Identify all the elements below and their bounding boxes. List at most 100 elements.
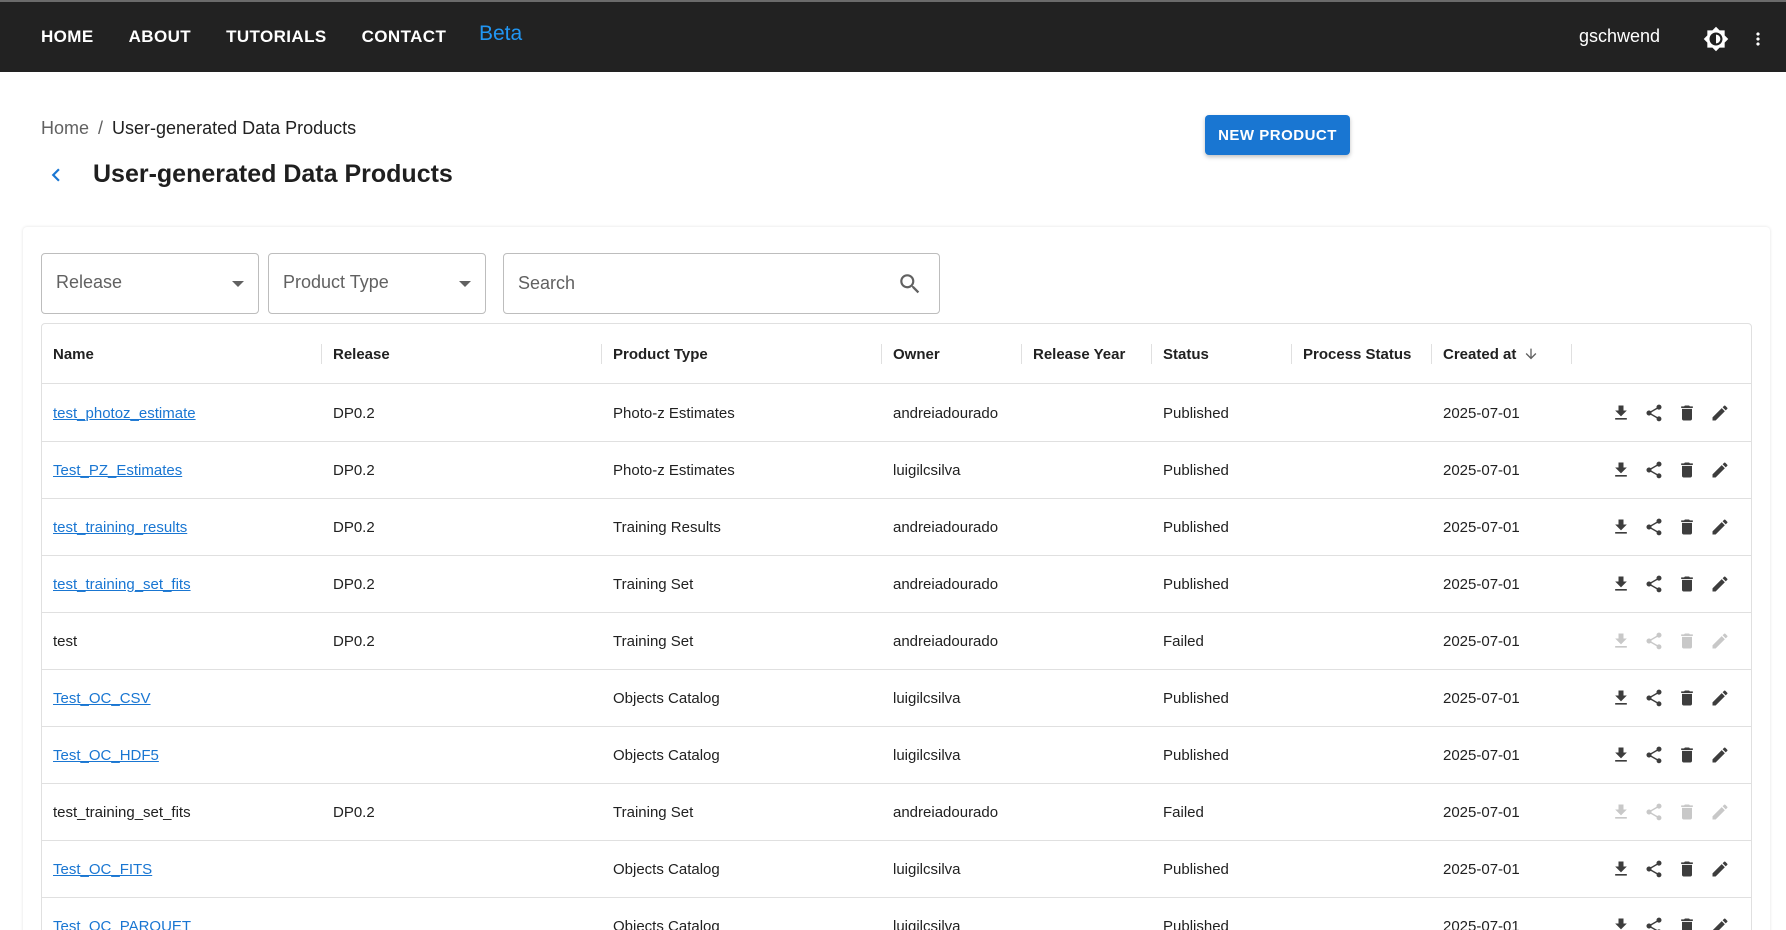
table-row[interactable]: Test_OC_HDF5 Objects Catalog luigilcsilva P… — [42, 727, 1751, 784]
download-icon[interactable] — [1610, 687, 1632, 709]
cell-product-type-text: Training Set — [613, 632, 694, 650]
nav-about-link[interactable]: ABOUT — [129, 27, 191, 47]
edit-icon[interactable] — [1709, 516, 1731, 538]
product-name-link[interactable]: Test_OC_HDF5 — [53, 747, 159, 764]
column-header-created-at[interactable]: Created at — [1432, 324, 1571, 384]
download-icon[interactable] — [1610, 459, 1632, 481]
delete-icon — [1676, 630, 1698, 652]
table-row[interactable]: Test_OC_FITS Objects Catalog luigilcsilva P… — [42, 841, 1751, 898]
cell-product-type-text: Training Set — [613, 803, 694, 821]
download-icon[interactable] — [1610, 573, 1632, 595]
cell-owner: luigilcsilva — [882, 442, 961, 498]
product-type-select[interactable]: Product Type — [268, 253, 486, 314]
share-icon[interactable] — [1643, 744, 1665, 766]
delete-icon[interactable] — [1676, 459, 1698, 481]
sort-descending-icon[interactable] — [1523, 346, 1539, 362]
cell-product-type: Objects Catalog — [602, 727, 720, 783]
product-name-link[interactable]: test_photoz_estimate — [53, 405, 196, 422]
product-name-link[interactable]: Test_OC_CSV — [53, 690, 151, 707]
breadcrumb-separator: / — [98, 118, 104, 138]
table-row[interactable]: Test_PZ_Estimates DP0.2 Photo-z Estimates l… — [42, 442, 1751, 499]
column-separator[interactable] — [1571, 344, 1572, 364]
cell-created-at: 2025-07-01 — [1432, 670, 1520, 726]
edit-icon[interactable] — [1709, 573, 1731, 595]
share-icon[interactable] — [1643, 858, 1665, 880]
cell-name: Test_OC_HDF5 — [42, 727, 159, 783]
username[interactable]: gschwend — [1579, 26, 1660, 47]
back-arrow-icon[interactable] — [43, 160, 69, 190]
edit-icon[interactable] — [1709, 402, 1731, 424]
table-row[interactable]: test DP0.2 Training Set andreiadourado Faile… — [42, 613, 1751, 670]
product-name-link[interactable]: Test_OC_FITS — [53, 861, 152, 878]
edit-icon[interactable] — [1709, 915, 1731, 930]
edit-icon[interactable] — [1709, 858, 1731, 880]
main-nav: HOME ABOUT TUTORIALS CONTACT — [41, 2, 481, 72]
cell-product-type: Training Set — [602, 556, 693, 612]
search-input[interactable] — [504, 254, 884, 313]
row-actions — [1610, 670, 1731, 726]
delete-icon[interactable] — [1676, 858, 1698, 880]
product-name-link[interactable]: Test_PZ_Estimates — [53, 462, 182, 479]
delete-icon[interactable] — [1676, 402, 1698, 424]
edit-icon[interactable] — [1709, 687, 1731, 709]
cell-owner-text: luigilcsilva — [893, 860, 961, 878]
cell-owner: luigilcsilva — [882, 670, 961, 726]
table-row[interactable]: test_training_results DP0.2 Training Resul… — [42, 499, 1751, 556]
download-icon[interactable] — [1610, 516, 1632, 538]
nav-contact-link[interactable]: CONTACT — [362, 27, 447, 47]
search-icon[interactable] — [897, 271, 923, 297]
column-header-release[interactable]: Release — [322, 324, 601, 384]
download-icon[interactable] — [1610, 744, 1632, 766]
table-row[interactable]: Test_OC_PARQUET Objects Catalog luigilcsil… — [42, 898, 1751, 930]
release-select[interactable]: Release — [41, 253, 259, 314]
theme-toggle-icon[interactable] — [1703, 26, 1729, 52]
delete-icon[interactable] — [1676, 915, 1698, 930]
delete-icon[interactable] — [1676, 516, 1698, 538]
edit-icon[interactable] — [1709, 459, 1731, 481]
product-name-link[interactable]: Test_OC_PARQUET — [53, 918, 191, 930]
share-icon[interactable] — [1643, 516, 1665, 538]
column-header-process-status[interactable]: Process Status — [1292, 324, 1431, 384]
column-header-owner[interactable]: Owner — [882, 324, 1021, 384]
share-icon[interactable] — [1643, 687, 1665, 709]
download-icon[interactable] — [1610, 915, 1632, 930]
share-icon[interactable] — [1643, 402, 1665, 424]
cell-release-year — [1022, 499, 1033, 555]
product-name-link[interactable]: test_training_results — [53, 519, 187, 536]
cell-created-at-text: 2025-07-01 — [1443, 803, 1520, 821]
download-icon[interactable] — [1610, 858, 1632, 880]
delete-icon[interactable] — [1676, 744, 1698, 766]
share-icon[interactable] — [1643, 573, 1665, 595]
column-header-name[interactable]: Name — [42, 324, 321, 384]
cell-status: Failed — [1152, 613, 1204, 669]
cell-created-at-text: 2025-07-01 — [1443, 689, 1520, 707]
cell-owner-text: luigilcsilva — [893, 461, 961, 479]
cell-name: test_training_results — [42, 499, 187, 555]
cell-status-text: Published — [1163, 746, 1229, 764]
table-row[interactable]: test_training_set_fits DP0.2 Training Set a… — [42, 556, 1751, 613]
product-name-link[interactable]: test_training_set_fits — [53, 576, 191, 593]
edit-icon[interactable] — [1709, 744, 1731, 766]
table-row[interactable]: test_photoz_estimate DP0.2 Photo-z Estimat… — [42, 385, 1751, 442]
column-header-product-type[interactable]: Product Type — [602, 324, 881, 384]
breadcrumb-home-link[interactable]: Home — [41, 118, 89, 139]
nav-home-link[interactable]: HOME — [41, 27, 94, 47]
cell-name: test_training_set_fits — [42, 556, 191, 612]
cell-status-text: Published — [1163, 575, 1229, 593]
column-header-status[interactable]: Status — [1152, 324, 1291, 384]
table-row[interactable]: test_training_set_fits DP0.2 Training Set a… — [42, 784, 1751, 841]
column-header-release-year[interactable]: Release Year — [1022, 324, 1151, 384]
download-icon[interactable] — [1610, 402, 1632, 424]
cell-name: Test_OC_PARQUET — [42, 898, 191, 930]
cell-status: Published — [1152, 898, 1229, 930]
share-icon[interactable] — [1643, 915, 1665, 930]
delete-icon[interactable] — [1676, 573, 1698, 595]
cell-status-text: Failed — [1163, 803, 1204, 821]
new-product-button[interactable]: NEW PRODUCT — [1205, 115, 1350, 155]
cell-owner: andreiadourado — [882, 385, 998, 441]
nav-tutorials-link[interactable]: TUTORIALS — [226, 27, 327, 47]
delete-icon[interactable] — [1676, 687, 1698, 709]
more-vert-icon[interactable] — [1748, 26, 1768, 52]
table-row[interactable]: Test_OC_CSV Objects Catalog luigilcsilva Pu… — [42, 670, 1751, 727]
share-icon[interactable] — [1643, 459, 1665, 481]
